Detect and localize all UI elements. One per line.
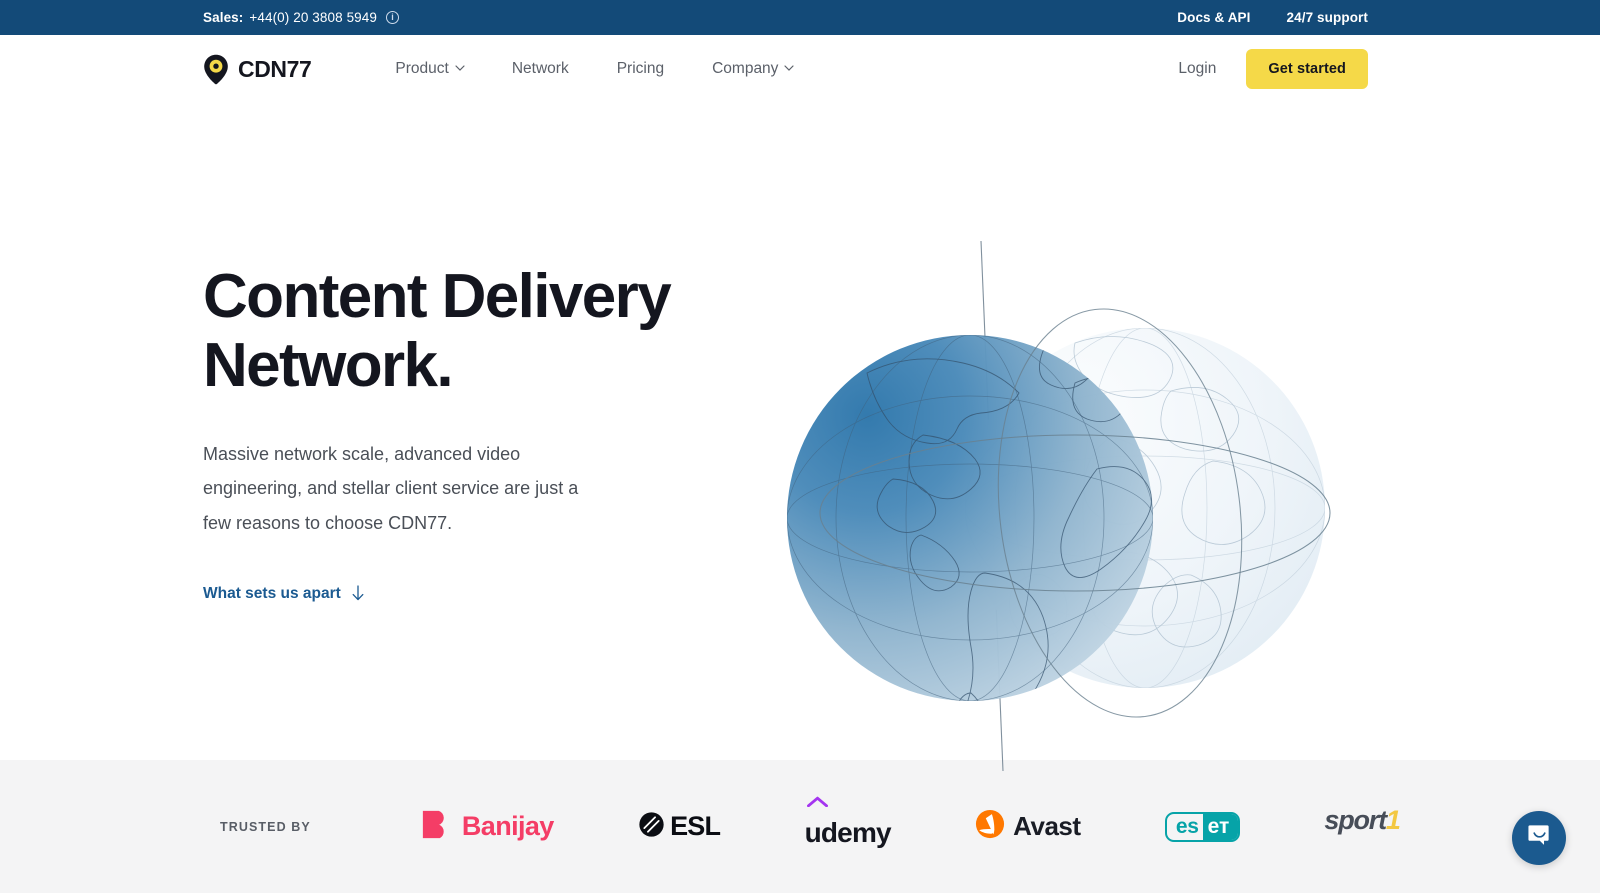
trusted-by-strip: TRUSTED BY Banijay ESL udemy Avast es eт… [0,760,1600,893]
nav-item-product-label: Product [395,60,449,77]
docs-api-link[interactable]: Docs & API [1177,10,1250,25]
info-circle-icon[interactable]: i [386,11,400,24]
client-logo-row: Banijay ESL udemy Avast es eт sport 1 [311,796,1420,849]
hero-title-line-1: Content Delivery [203,262,672,331]
udemy-wordmark: udemy [804,816,892,848]
hero-copy: Content Delivery Network. Massive networ… [203,262,763,603]
hero-subtitle: Massive network scale, advanced video en… [203,443,579,534]
banijay-mark-icon [421,808,453,845]
sport1-accent-digit: 1 [1385,804,1401,835]
avast-wordmark: Avast [1013,811,1081,841]
chat-launcher-button[interactable] [1512,811,1566,865]
support-link[interactable]: 24/7 support [1287,10,1368,25]
logo-eset: es eт ® [1164,805,1241,849]
eset-wordmark-a: es [1175,814,1199,838]
arrow-down-icon [351,585,365,602]
esl-wordmark: ESL [670,811,721,841]
sales-label: Sales: [203,10,244,25]
get-started-button[interactable]: Get started [1246,49,1368,89]
nav-item-company[interactable]: Company [688,60,817,78]
eset-wordmark-b: eт [1202,813,1239,840]
sales-phone-number[interactable]: +44(0) 20 3808 5949 [249,10,377,25]
chevron-down-icon [784,64,795,74]
udemy-caret-icon [806,794,828,812]
logo-udemy: udemy [804,796,892,849]
brand-logo[interactable]: CDN77 [203,54,312,85]
utility-links: Docs & API 24/7 support [1177,10,1368,25]
utility-topbar: Sales: +44(0) 20 3808 5949 i Docs & API … [0,0,1600,35]
globe-illustration [775,223,1375,793]
nav-item-company-label: Company [712,60,779,77]
logo-avast: Avast [975,805,1081,849]
map-pin-icon [203,54,229,85]
nav-actions: Login Get started [1178,49,1368,89]
chat-bubble-icon [1527,823,1552,853]
logo-banijay: Banijay [421,805,554,849]
avast-mark-icon [975,809,1005,844]
nav-item-product[interactable]: Product [371,60,487,78]
esl-mark-icon [638,811,665,843]
nav-links: Product Network Pricing Company [371,60,817,78]
hero-title-line-2: Network. [203,330,454,400]
banijay-wordmark: Banijay [461,811,554,841]
brand-name: CDN77 [238,55,312,82]
logo-esl: ESL [638,805,721,849]
main-navigation: CDN77 Product Network Pricing Company Lo… [0,35,1600,103]
what-sets-us-apart-label: What sets us apart [203,584,341,602]
trusted-by-label: TRUSTED BY [220,819,311,834]
sport1-wordmark: sport [1324,804,1387,835]
nav-item-pricing-label: Pricing [616,60,665,77]
eset-pill: es eт ® [1164,811,1241,842]
page-root: Sales: +44(0) 20 3808 5949 i Docs & API … [0,0,1600,893]
nav-item-network[interactable]: Network [488,60,593,78]
what-sets-us-apart-link[interactable]: What sets us apart [203,585,365,603]
hero-section: Content Delivery Network. Massive networ… [0,103,1600,772]
chevron-down-icon [455,64,465,74]
sales-phone-block: Sales: +44(0) 20 3808 5949 i [203,10,400,25]
nav-item-network-label: Network [511,60,569,77]
nav-item-pricing[interactable]: Pricing [593,60,688,78]
login-link[interactable]: Login [1178,60,1216,78]
logo-sport1: sport 1 [1324,804,1401,849]
page-title: Content Delivery Network. [203,262,763,401]
